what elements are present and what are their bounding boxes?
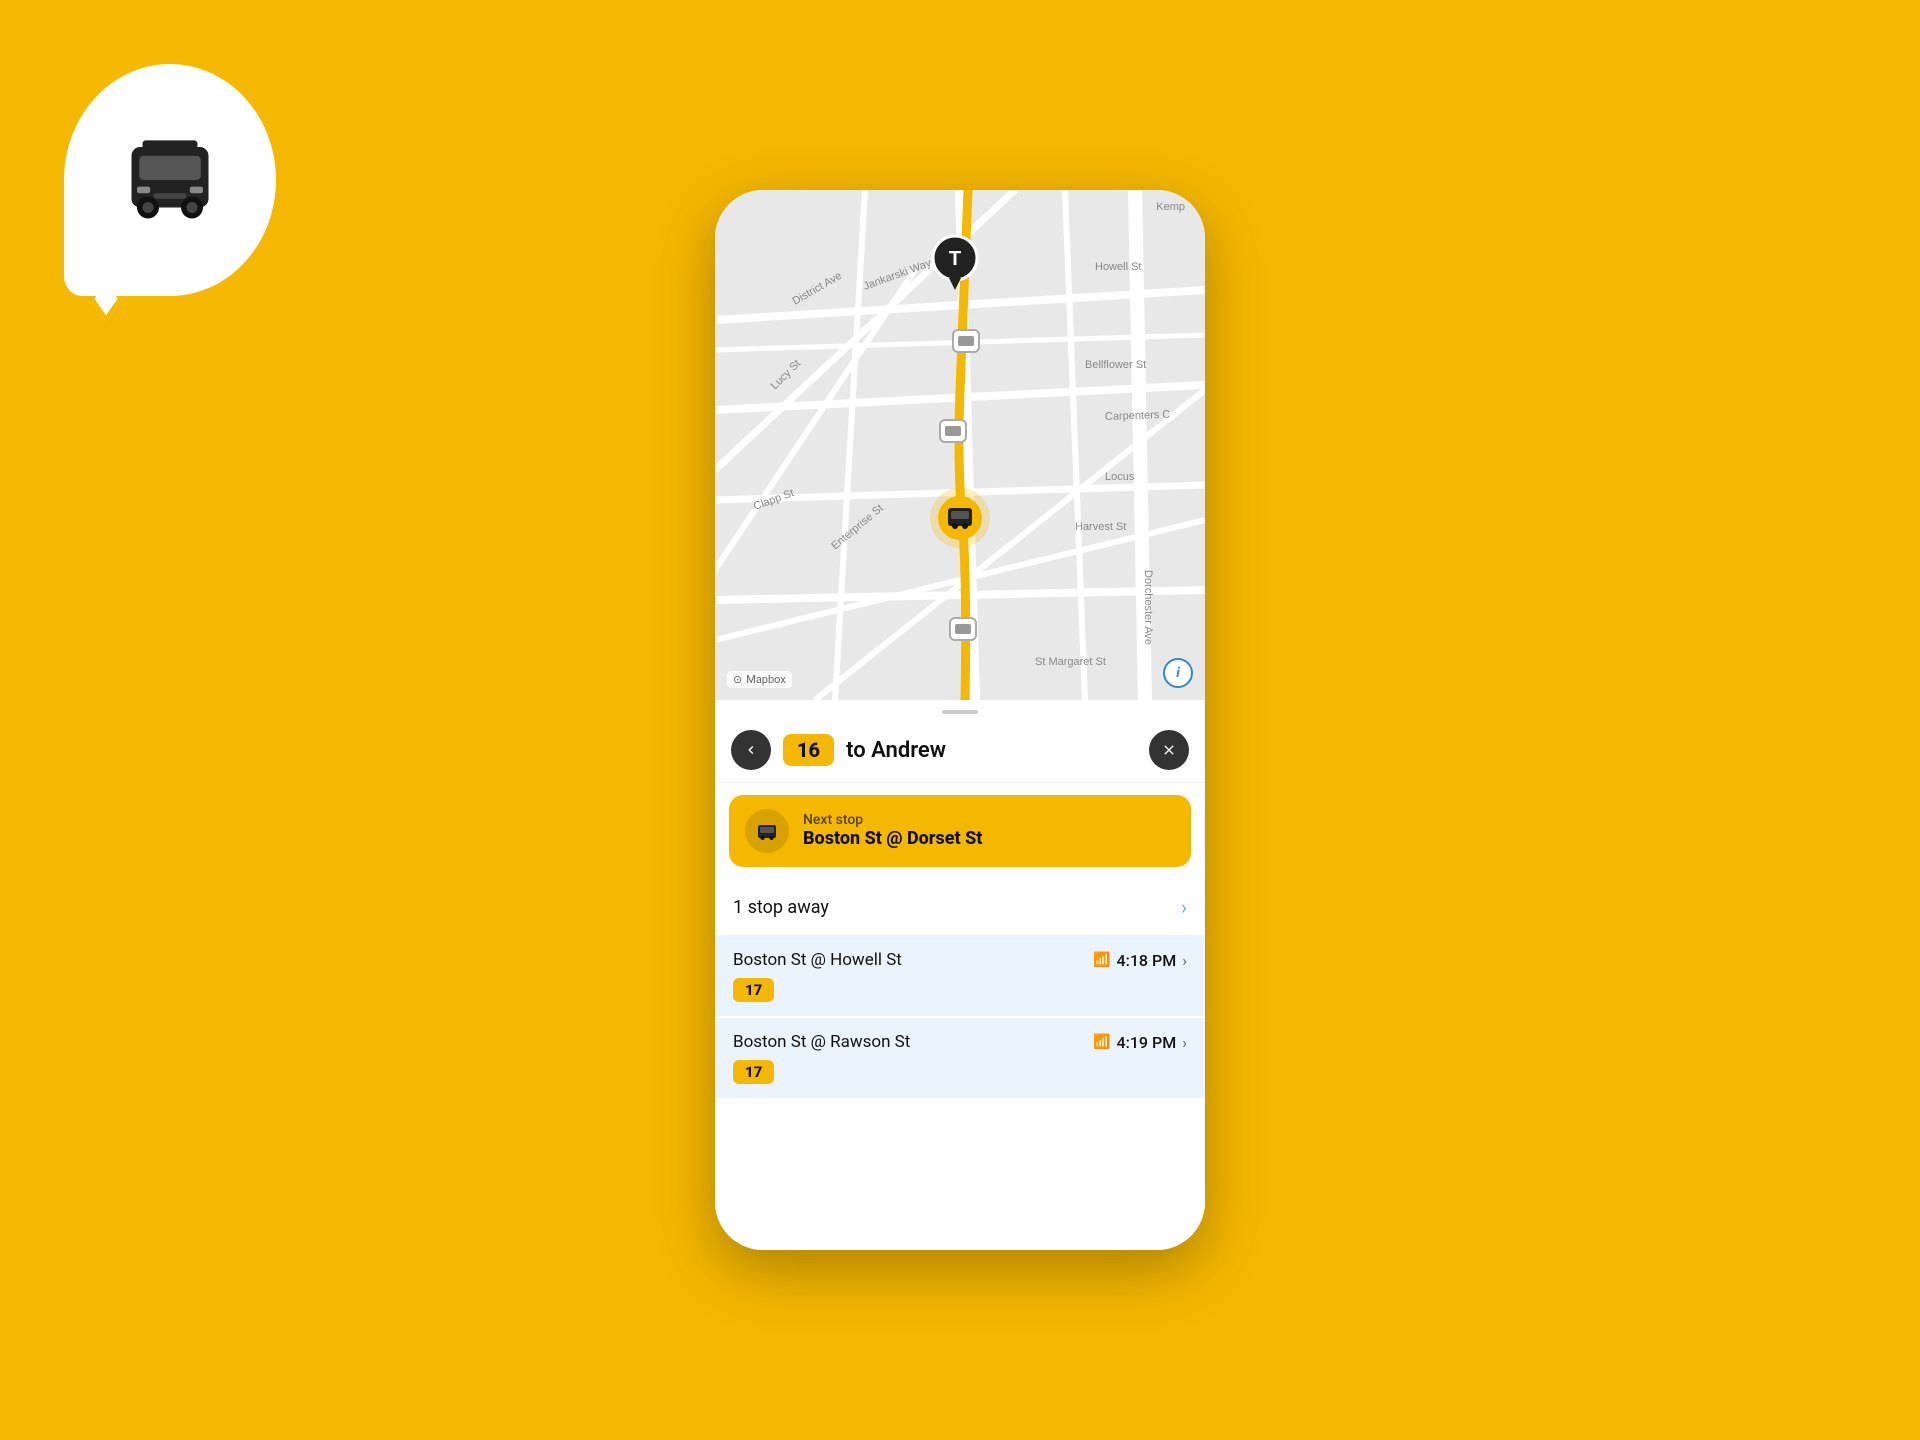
next-stop-info: Next stop Boston St @ Dorset St bbox=[803, 812, 982, 850]
stop-time-row: 📶 4:18 PM › bbox=[1093, 951, 1187, 970]
next-stop-label: Next stop bbox=[803, 812, 982, 828]
map-svg: Kemp Home2 Suites Howell St Bellflower S… bbox=[715, 190, 1205, 700]
bottom-panel: 16 to Andrew bbox=[715, 714, 1205, 1250]
stop-name: Boston St @ Howell St bbox=[733, 950, 902, 970]
next-stop-card: Next stop Boston St @ Dorset St bbox=[729, 795, 1191, 867]
mapbox-attribution: ⊙ Mapbox bbox=[727, 671, 792, 688]
stop-chevron-icon: › bbox=[1182, 951, 1187, 970]
svg-text:Harvest St: Harvest St bbox=[1075, 521, 1126, 533]
close-button[interactable] bbox=[1149, 730, 1189, 770]
map-area: Kemp Home2 Suites Howell St Bellflower S… bbox=[715, 190, 1205, 700]
info-button[interactable]: i bbox=[1163, 658, 1193, 688]
svg-text:Kemp: Kemp bbox=[1156, 201, 1185, 213]
route-tag: 17 bbox=[733, 1060, 774, 1084]
stop-chevron-icon: › bbox=[1182, 1033, 1187, 1052]
next-stop-bus-icon bbox=[745, 809, 789, 853]
route-header: 16 to Andrew bbox=[715, 714, 1205, 783]
svg-text:St Margaret St: St Margaret St bbox=[1035, 656, 1106, 668]
stop-time: 4:19 PM bbox=[1117, 1033, 1177, 1052]
bus-badge-container bbox=[60, 60, 290, 320]
svg-text:Bellflower St: Bellflower St bbox=[1085, 359, 1146, 371]
stop-away-chevron-icon: › bbox=[1181, 895, 1187, 919]
route-number-badge: 16 bbox=[783, 734, 834, 766]
back-arrow-icon bbox=[743, 742, 759, 758]
mapbox-logo: ⊙ bbox=[733, 673, 742, 686]
phone-frame: Kemp Home2 Suites Howell St Bellflower S… bbox=[715, 190, 1205, 1250]
stop-item-row: Boston St @ Howell St 📶 4:18 PM › bbox=[733, 950, 1187, 970]
svg-text:Howell St: Howell St bbox=[1095, 261, 1141, 273]
stop-item[interactable]: Boston St @ Rawson St 📶 4:19 PM › 17 bbox=[715, 1018, 1205, 1098]
bus-badge bbox=[60, 60, 280, 300]
bus-icon bbox=[115, 125, 225, 235]
back-button[interactable] bbox=[731, 730, 771, 770]
stop-item[interactable]: Boston St @ Howell St 📶 4:18 PM › 17 bbox=[715, 936, 1205, 1016]
stop-name: Boston St @ Rawson St bbox=[733, 1032, 910, 1052]
svg-text:Carpenters C: Carpenters C bbox=[1105, 409, 1171, 423]
close-icon bbox=[1161, 742, 1177, 758]
next-stop-name: Boston St @ Dorset St bbox=[803, 828, 982, 850]
mapbox-text: Mapbox bbox=[746, 673, 786, 686]
svg-text:T: T bbox=[949, 248, 961, 270]
realtime-icon: 📶 bbox=[1093, 1034, 1110, 1050]
stop-time-row: 📶 4:19 PM › bbox=[1093, 1033, 1187, 1052]
realtime-icon: 📶 bbox=[1093, 952, 1110, 968]
stop-item-row: Boston St @ Rawson St 📶 4:19 PM › bbox=[733, 1032, 1187, 1052]
bus-stop-icon bbox=[755, 819, 779, 843]
stop-time: 4:18 PM bbox=[1117, 951, 1177, 970]
route-destination: to Andrew bbox=[846, 738, 1137, 763]
svg-text:Locus: Locus bbox=[1105, 471, 1135, 483]
svg-text:Dorchester Ave: Dorchester Ave bbox=[1142, 570, 1154, 645]
stops-list: Boston St @ Howell St 📶 4:18 PM › 17 Bos… bbox=[715, 936, 1205, 1250]
stop-away-row[interactable]: 1 stop away › bbox=[715, 879, 1205, 936]
route-tag: 17 bbox=[733, 978, 774, 1002]
page-wrapper: Kemp Home2 Suites Howell St Bellflower S… bbox=[0, 0, 1920, 1440]
stop-away-text: 1 stop away bbox=[733, 897, 829, 918]
